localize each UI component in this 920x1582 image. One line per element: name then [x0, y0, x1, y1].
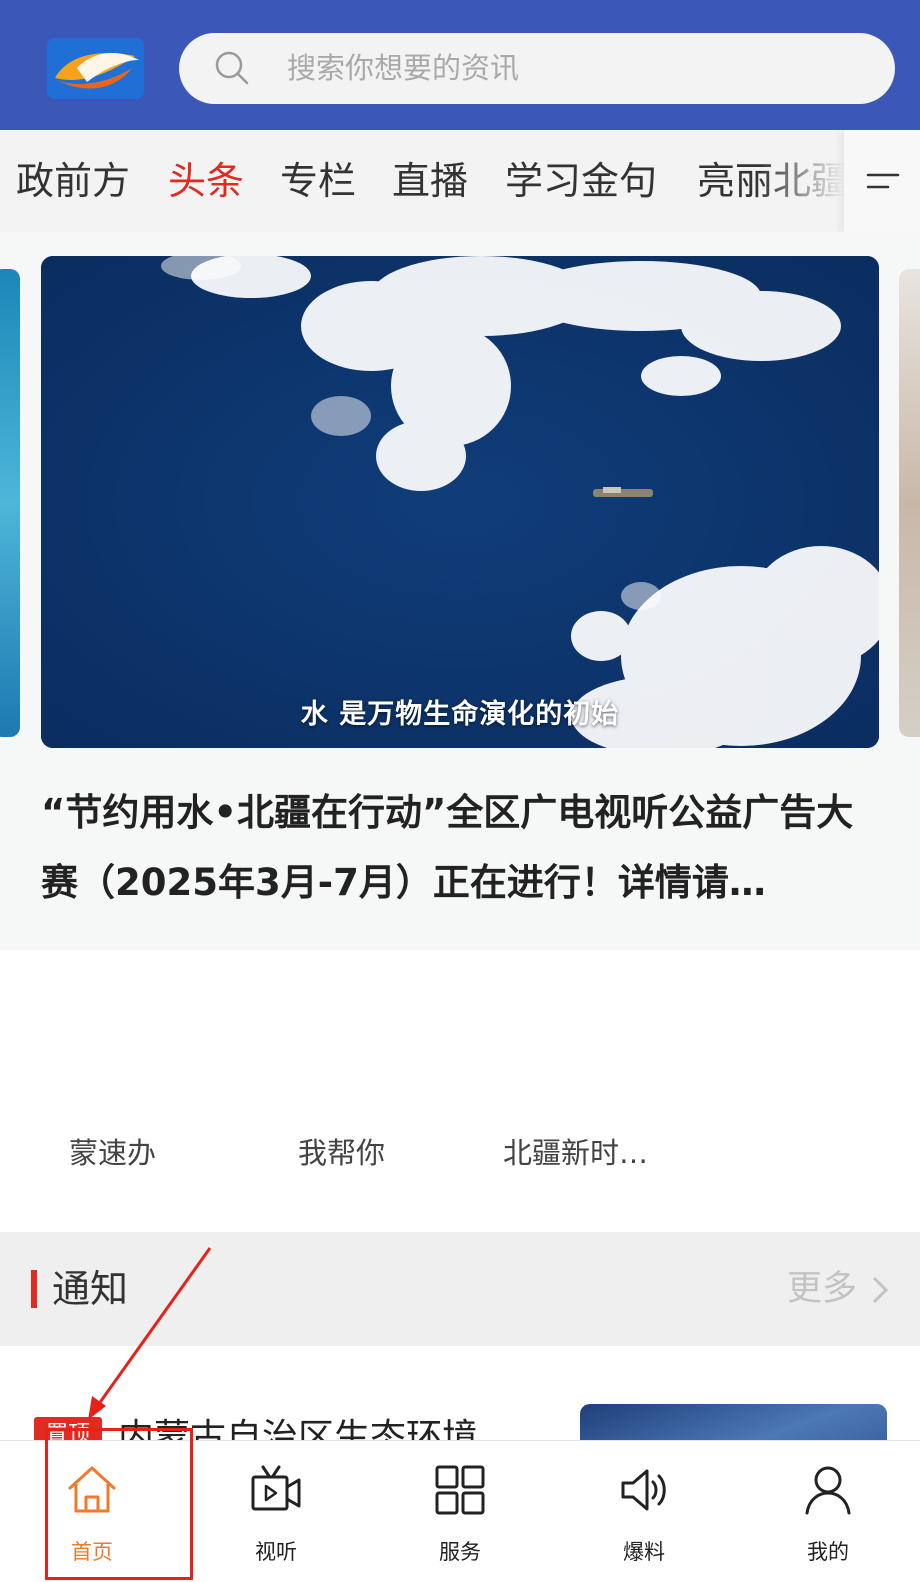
grid-icon — [435, 1465, 485, 1515]
quick-link-wobangni[interactable]: 我帮你 — [298, 1130, 385, 1172]
speaker-icon — [621, 1469, 666, 1511]
tab-xuexijinju[interactable]: 学习金句 — [505, 130, 657, 232]
banner-image[interactable]: 水 是万物生命演化的初始 — [41, 256, 879, 748]
nav-video[interactable]: 视听 — [184, 1441, 368, 1582]
nav-report-label: 爆料 — [623, 1540, 665, 1564]
menu-icon — [866, 173, 900, 189]
video-icon — [251, 1465, 301, 1511]
channel-tabs: 政前方 头条 专栏 直播 学习金句 亮丽北疆 — [0, 130, 920, 232]
tab-zhibo[interactable]: 直播 — [392, 130, 468, 232]
quick-link-beijiang[interactable]: 北疆新时… — [503, 1130, 648, 1172]
quick-link-mengsuban[interactable]: 蒙速办 — [69, 1130, 156, 1172]
section-marker — [31, 1270, 37, 1308]
nav-mine[interactable]: 我的 — [736, 1441, 920, 1582]
banner-caption: 水 是万物生命演化的初始 — [300, 699, 620, 730]
tab-zhengqianfang[interactable]: 政前方 — [16, 130, 130, 232]
nav-service[interactable]: 服务 — [368, 1441, 552, 1582]
highlight-box — [45, 1428, 193, 1580]
notice-section-header: 通知 更多 — [0, 1232, 920, 1346]
tab-zhuanlan[interactable]: 专栏 — [280, 130, 356, 232]
search-icon — [215, 51, 249, 85]
app-header: 搜索你想要的资讯 — [0, 0, 920, 130]
chevron-right-icon[interactable] — [870, 1274, 890, 1306]
tab-toutiao[interactable]: 头条 — [168, 130, 244, 232]
channel-menu-button[interactable] — [844, 130, 920, 232]
notice-title: 通知 — [52, 1267, 129, 1311]
search-placeholder: 搜索你想要的资讯 — [287, 51, 520, 85]
tab-fade — [760, 130, 844, 232]
nav-service-label: 服务 — [439, 1540, 481, 1564]
banner-carousel: 水 是万物生命演化的初始 “节约用水•北疆在行动”全区广电视听公益广告大赛（20… — [0, 232, 920, 950]
carousel-next-slide[interactable] — [899, 269, 920, 737]
news-thumbnail[interactable] — [580, 1404, 887, 1442]
nav-video-label: 视听 — [255, 1540, 297, 1564]
nav-report[interactable]: 爆料 — [552, 1441, 736, 1582]
app-logo[interactable] — [47, 38, 144, 99]
user-icon — [805, 1466, 851, 1515]
banner-headline[interactable]: “节约用水•北疆在行动”全区广电视听公益广告大赛（2025年3月-7月）正在进行… — [41, 778, 886, 918]
nav-mine-label: 我的 — [807, 1540, 849, 1564]
search-bar[interactable]: 搜索你想要的资讯 — [179, 33, 895, 104]
notice-more-link[interactable]: 更多 — [787, 1232, 857, 1346]
carousel-prev-slide[interactable] — [0, 269, 20, 737]
